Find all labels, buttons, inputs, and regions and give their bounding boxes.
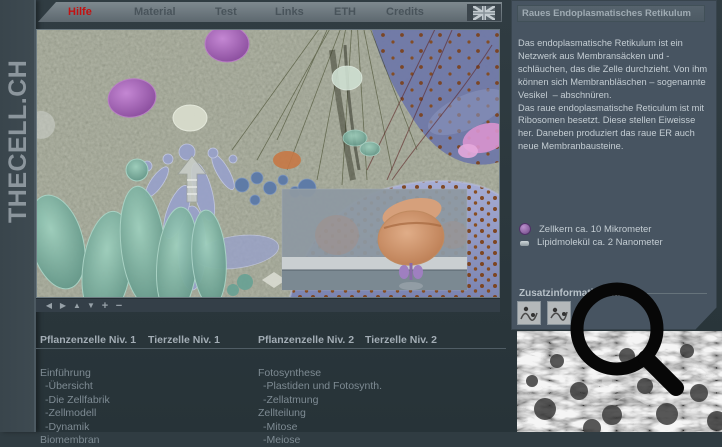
sidebar: THECELL.CH <box>0 0 36 432</box>
menu-item-meiose[interactable]: -Meiose <box>258 434 382 447</box>
legend-row-nucleus: Zellkern ca. 10 Mikrometer <box>519 223 663 235</box>
tab-tierzelle-niv2[interactable]: Tierzelle Niv. 2 <box>365 334 437 346</box>
zoom-out-button[interactable]: − <box>112 301 126 311</box>
tab-pflanzenzelle-niv1[interactable]: Pflanzenzelle Niv. 1 <box>40 334 136 346</box>
menu-column-1: Einführung -Übersicht -Die Zellfabrik -Z… <box>40 367 110 447</box>
legend-row-lipid: Lipidmolekül ca. 2 Nanometer <box>519 237 663 248</box>
menu-item-fotosynthese[interactable]: Fotosynthese <box>258 367 382 380</box>
lipid-icon <box>520 241 529 246</box>
menu-item-zellfabrik[interactable]: -Die Zellfabrik <box>40 394 110 407</box>
bottom-menu: Pflanzenzelle Niv. 1 Tierzelle Niv. 1 Pf… <box>36 333 506 349</box>
viewer-control-bar: ◀ ▶ ▲ ▼ + − <box>36 298 500 312</box>
em-thumb-icon <box>548 302 570 324</box>
nav-item-eth[interactable]: ETH <box>334 6 356 18</box>
extras-divider <box>625 293 707 294</box>
viewer-inset-closeup <box>282 189 468 290</box>
nav-item-hilfe[interactable]: Hilfe <box>68 6 92 18</box>
menu-item-mitose[interactable]: -Mitose <box>258 421 382 434</box>
pan-down-button[interactable]: ▼ <box>84 301 98 311</box>
step-forward-button[interactable]: ▶ <box>56 301 70 311</box>
nav-item-material[interactable]: Material <box>134 6 176 18</box>
legend-label: Lipidmolekül ca. 2 Nanometer <box>537 237 663 248</box>
step-back-button[interactable]: ◀ <box>42 301 56 311</box>
nav-item-test[interactable]: Test <box>215 6 237 18</box>
extras-heading: Zusatzinformationen: <box>519 288 621 299</box>
menu-item-uebersicht[interactable]: -Übersicht <box>40 380 110 393</box>
em-micrograph-image[interactable] <box>517 331 722 432</box>
info-panel-title: Raues Endoplasmatisches Retikulum <box>517 5 705 22</box>
menu-item-dynamik[interactable]: -Dynamik <box>40 421 110 434</box>
pan-up-button[interactable]: ▲ <box>70 301 84 311</box>
language-switch-button[interactable] <box>467 4 501 21</box>
menu-tabs: Pflanzenzelle Niv. 1 Tierzelle Niv. 1 Pf… <box>36 333 506 349</box>
menu-item-plastiden[interactable]: -Plastiden und Fotosynth. <box>258 380 382 393</box>
nav-item-credits[interactable]: Credits <box>386 6 424 18</box>
legend-label: Zellkern ca. 10 Mikrometer <box>539 224 651 235</box>
zoom-in-button[interactable]: + <box>98 301 112 311</box>
menu-column-2: Fotosynthese -Plastiden und Fotosynth. -… <box>258 367 382 447</box>
info-panel: Raues Endoplasmatisches Retikulum Das en… <box>511 0 717 330</box>
cell-3d-scene <box>37 30 499 297</box>
extras-section: Zusatzinformationen: <box>519 288 707 299</box>
menu-item-zellteilung[interactable]: Zellteilung <box>258 407 382 420</box>
extras-thumbnails <box>517 301 571 325</box>
cell-3d-viewer[interactable] <box>36 29 500 298</box>
menu-item-einfuehrung[interactable]: Einführung <box>40 367 110 380</box>
em-thumb-icon <box>518 302 540 324</box>
zusatzinfo-thumbnail-2[interactable] <box>547 301 571 325</box>
nucleus-icon <box>519 223 531 235</box>
scale-legend: Zellkern ca. 10 Mikrometer Lipidmolekül … <box>519 223 663 250</box>
site-logo: THECELL.CH <box>4 13 33 223</box>
tab-tierzelle-niv1[interactable]: Tierzelle Niv. 1 <box>148 334 220 346</box>
top-nav: Hilfe Material Test Links ETH Credits <box>38 2 502 22</box>
zusatzinfo-thumbnail-1[interactable] <box>517 301 541 325</box>
uk-flag-icon <box>473 6 495 20</box>
menu-item-biomembran[interactable]: Biomembran <box>40 434 110 447</box>
tab-pflanzenzelle-niv2[interactable]: Pflanzenzelle Niv. 2 <box>258 334 354 346</box>
em-micrograph-art <box>517 331 722 432</box>
nav-item-links[interactable]: Links <box>275 6 304 18</box>
menu-item-zellmodell[interactable]: -Zellmodell <box>40 407 110 420</box>
info-panel-body: Das endoplasmatische Retikulum ist ein N… <box>518 37 716 153</box>
menu-item-zellatmung[interactable]: -Zellatmung <box>258 394 382 407</box>
